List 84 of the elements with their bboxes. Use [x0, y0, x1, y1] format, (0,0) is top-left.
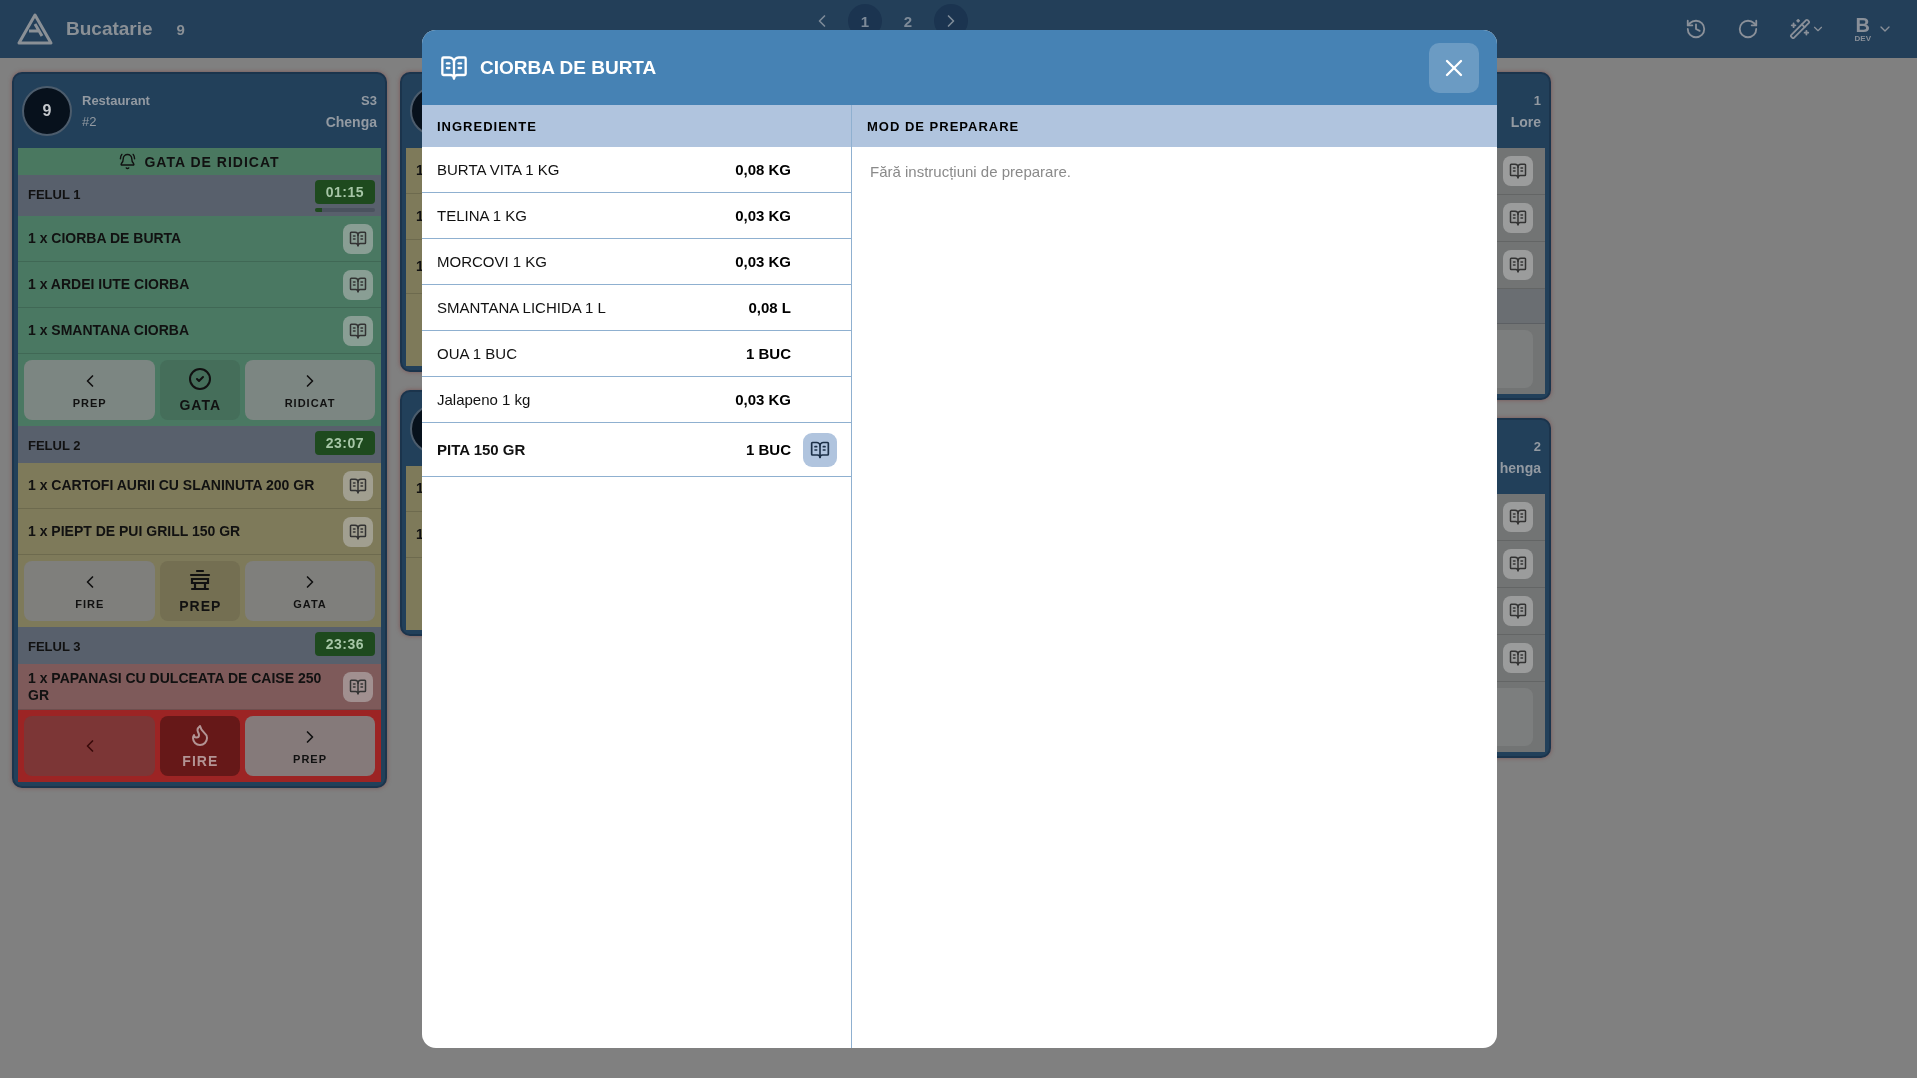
item-text: 1 x CIORBA DE BURTA — [28, 230, 183, 247]
book-icon — [810, 439, 830, 460]
ingredient-name: SMANTANA LICHIDA 1 L — [437, 299, 607, 316]
ingredient-name: MORCOVI 1 KG — [437, 253, 549, 270]
item-text: 1 — [416, 162, 425, 179]
ingredient-quantity: 0,08 KG — [735, 161, 791, 178]
refresh-icon — [1736, 18, 1759, 40]
status-button[interactable]: FIRE — [160, 716, 241, 776]
column-header: MOD DE PREPARARE — [852, 105, 1497, 147]
course-timer: 23:36 — [314, 632, 375, 656]
move-button[interactable]: PREP — [24, 360, 156, 420]
bell-icon — [119, 153, 137, 170]
book-icon — [349, 229, 367, 248]
page-button[interactable]: 2 — [891, 4, 925, 38]
status-button[interactable]: GATA — [160, 360, 241, 420]
book-icon — [1509, 508, 1527, 526]
ingredient-name: Jalapeno 1 kg — [437, 391, 532, 408]
seat-label: 1 — [1533, 92, 1541, 108]
seat-label: 2 — [1533, 438, 1541, 454]
move-button[interactable]: RIDICAT — [245, 360, 375, 420]
book-icon — [349, 321, 367, 340]
status-button[interactable]: PREP — [160, 561, 241, 621]
book-icon — [1509, 209, 1527, 227]
table-number: 9 — [22, 86, 72, 136]
venue-name: Restaurant — [82, 93, 150, 108]
app-title: Bucatarie — [66, 18, 153, 40]
ingredient-quantity: 1 BUC — [746, 345, 791, 362]
item-text: 1 x PAPANASI CU DULCEATA DE CAISE 250 GR — [28, 669, 323, 704]
waiter-name: henga — [1499, 459, 1541, 476]
book-icon — [440, 53, 468, 82]
history-icon — [1684, 18, 1707, 40]
ingredient-quantity: 0,03 KG — [735, 391, 791, 408]
close-button[interactable] — [1429, 42, 1479, 93]
book-icon — [349, 275, 367, 294]
book-icon — [1509, 256, 1527, 274]
ingredient-quantity: 1 BUC — [746, 441, 791, 458]
item-text: 1 — [416, 258, 425, 275]
course-timer: 01:15 — [314, 180, 375, 204]
item-text: 1 x SMANTANA CIORBA — [28, 322, 190, 339]
item-text: 1 x CARTOFI AURII CU SLANINUTA 200 GR — [28, 477, 316, 494]
check-circle-icon — [188, 367, 213, 391]
user-menu-button[interactable]: B DEV — [1854, 15, 1893, 43]
ingredient-name: TELINA 1 KG — [437, 207, 529, 224]
item-text: 1 — [416, 526, 425, 543]
move-button[interactable]: PREP — [245, 716, 375, 776]
waiter-name: Lore — [1510, 113, 1541, 130]
magic-wand-button[interactable] — [1788, 18, 1825, 40]
logo-icon — [16, 12, 54, 46]
book-icon — [1509, 555, 1527, 573]
magic-wand-icon — [1788, 18, 1811, 40]
banner-text: GATA DE RIDICAT — [144, 153, 280, 170]
item-text: 1 — [416, 208, 425, 225]
column-header: INGREDIENTE — [422, 105, 851, 147]
order-count: 9 — [176, 20, 185, 38]
ingredient-quantity: 0,03 KG — [735, 207, 791, 224]
book-icon — [1509, 162, 1527, 180]
dialog-title: CIORBA DE BURTA — [480, 56, 658, 79]
instructions-text: Fără instrucțiuni de preparare. — [869, 162, 1072, 182]
course-title: FELUL 3 — [28, 639, 81, 654]
book-icon — [1509, 602, 1527, 620]
grill-icon — [188, 568, 213, 592]
ingredient-name: OUA 1 BUC — [437, 345, 519, 362]
ingredient-name: BURTA VITA 1 KG — [437, 161, 561, 178]
item-text: 1 x ARDEI IUTE CIORBA — [28, 276, 191, 293]
ingredient-quantity: 0,08 L — [748, 299, 791, 316]
waiter-name: Chenga — [325, 113, 377, 130]
move-button[interactable]: FIRE — [24, 561, 156, 621]
item-text: 1 — [416, 480, 425, 497]
seat-label: S3 — [361, 92, 377, 108]
book-icon — [349, 677, 367, 696]
item-text: 1 x PIEPT DE PUI GRILL 150 GR — [28, 523, 242, 540]
book-icon — [349, 476, 367, 495]
ingredient-name: PITA 150 GR — [437, 441, 527, 458]
course-title: FELUL 2 — [28, 438, 81, 453]
recipe-button[interactable] — [803, 432, 837, 467]
order-number: #2 — [82, 114, 97, 129]
refresh-button[interactable] — [1736, 18, 1759, 40]
history-button[interactable] — [1684, 18, 1707, 40]
book-icon — [349, 522, 367, 541]
book-icon — [1509, 649, 1527, 667]
course-title: FELUL 1 — [28, 187, 81, 202]
move-button[interactable]: GATA — [245, 561, 375, 621]
ingredient-quantity: 0,03 KG — [735, 253, 791, 270]
course-timer: 23:07 — [314, 431, 375, 455]
